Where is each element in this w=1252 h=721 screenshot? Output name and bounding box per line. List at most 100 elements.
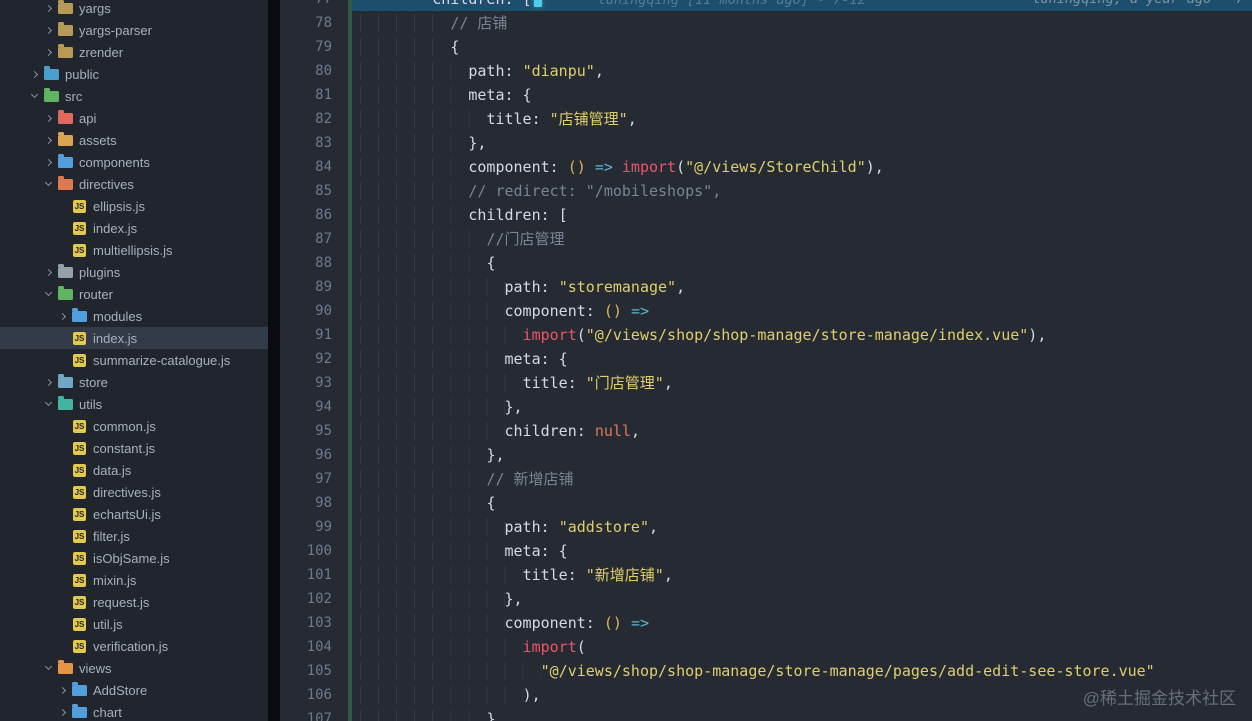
code-line-91[interactable]: 91 import("@/views/shop/shop-manage/stor… [280,323,1252,347]
tree-item-isObjSame.js[interactable]: JS isObjSame.js [0,547,268,569]
code-line-103[interactable]: 103 component: () => [280,611,1252,635]
line-number[interactable]: 106 [280,683,348,707]
code-line-93[interactable]: 93 title: "门店管理", [280,371,1252,395]
tree-item-yargs[interactable]: yargs [0,0,268,19]
tree-item-common.js[interactable]: JS common.js [0,415,268,437]
code-line-83[interactable]: 83 }, [280,131,1252,155]
code-line-89[interactable]: 89 path: "storemanage", [280,275,1252,299]
line-number[interactable]: 86 [280,203,348,227]
line-number[interactable]: 87 [280,227,348,251]
code-line-82[interactable]: 82 title: "店铺管理", [280,107,1252,131]
line-number[interactable]: 93 [280,371,348,395]
line-number[interactable]: 92 [280,347,348,371]
line-number[interactable]: 96 [280,443,348,467]
code-line-100[interactable]: 100 meta: { [280,539,1252,563]
line-number[interactable]: 100 [280,539,348,563]
tree-item-label: store [79,374,108,390]
tree-item-src[interactable]: src [0,85,268,107]
tree-item-echartsUi.js[interactable]: JS echartsUi.js [0,503,268,525]
code-line-101[interactable]: 101 title: "新增店铺", [280,563,1252,587]
line-number[interactable]: 89 [280,275,348,299]
line-number[interactable]: 94 [280,395,348,419]
code-line-84[interactable]: 84 component: () => import("@/views/Stor… [280,155,1252,179]
code-line-92[interactable]: 92 meta: { [280,347,1252,371]
code-line-79[interactable]: 79 { [280,35,1252,59]
js-file-icon: JS [73,463,86,477]
tree-item-util.js[interactable]: JS util.js [0,613,268,635]
line-number[interactable]: 77 [280,0,348,11]
code-line-107[interactable]: 107 } [280,707,1252,721]
tree-item-modules[interactable]: modules [0,305,268,327]
tree-item-views[interactable]: views [0,657,268,679]
tree-item-directives.js[interactable]: JS directives.js [0,481,268,503]
tree-item-store[interactable]: store [0,371,268,393]
tree-item-zrender[interactable]: zrender [0,41,268,63]
tree-item-plugins[interactable]: plugins [0,261,268,283]
code-line-105[interactable]: 105 "@/views/shop/shop-manage/store-mana… [280,659,1252,683]
tree-item-constant.js[interactable]: JS constant.js [0,437,268,459]
code-line-99[interactable]: 99 path: "addstore", [280,515,1252,539]
code-line-81[interactable]: 81 meta: { [280,83,1252,107]
tree-item-index.js[interactable]: JS index.js [0,327,268,349]
line-number[interactable]: 88 [280,251,348,275]
tree-item-index.js[interactable]: JS index.js [0,217,268,239]
line-number[interactable]: 104 [280,635,348,659]
code-line-86[interactable]: 86 children: [ [280,203,1252,227]
line-number[interactable]: 79 [280,35,348,59]
folder-icon [58,131,73,146]
tree-item-ellipsis.js[interactable]: JS ellipsis.js [0,195,268,217]
tree-item-summarize-catalogue.js[interactable]: JS summarize-catalogue.js [0,349,268,371]
tree-item-chart[interactable]: chart [0,701,268,721]
line-number[interactable]: 105 [280,659,348,683]
code-line-77[interactable]: 77 children: [luningqing [11 months ago]… [280,0,1252,11]
code-line-102[interactable]: 102 }, [280,587,1252,611]
code-line-87[interactable]: 87 //门店管理 [280,227,1252,251]
tree-item-router[interactable]: router [0,283,268,305]
tree-item-directives[interactable]: directives [0,173,268,195]
code-line-78[interactable]: 78 // 店铺 [280,11,1252,35]
tree-item-mixin.js[interactable]: JS mixin.js [0,569,268,591]
line-number[interactable]: 98 [280,491,348,515]
tree-item-api[interactable]: api [0,107,268,129]
tree-item-public[interactable]: public [0,63,268,85]
line-number[interactable]: 78 [280,11,348,35]
code-line-88[interactable]: 88 { [280,251,1252,275]
code-line-85[interactable]: 85 // redirect: "/mobileshops", [280,179,1252,203]
code-line-95[interactable]: 95 children: null, [280,419,1252,443]
code-line-96[interactable]: 96 }, [280,443,1252,467]
sidebar-editor-divider[interactable] [268,0,280,721]
tree-item-yargs-parser[interactable]: yargs-parser [0,19,268,41]
line-number[interactable]: 102 [280,587,348,611]
line-number[interactable]: 84 [280,155,348,179]
code-line-90[interactable]: 90 component: () => [280,299,1252,323]
code-line-80[interactable]: 80 path: "dianpu", [280,59,1252,83]
code-line-94[interactable]: 94 }, [280,395,1252,419]
code-line-104[interactable]: 104 import( [280,635,1252,659]
tree-item-verification.js[interactable]: JS verification.js [0,635,268,657]
tree-item-label: src [65,88,83,104]
line-number[interactable]: 82 [280,107,348,131]
line-number[interactable]: 80 [280,59,348,83]
line-number[interactable]: 99 [280,515,348,539]
editor-pane[interactable]: 77 children: [luningqing [11 months ago]… [280,0,1252,721]
line-number[interactable]: 81 [280,83,348,107]
tree-item-assets[interactable]: assets [0,129,268,151]
line-number[interactable]: 97 [280,467,348,491]
line-number[interactable]: 103 [280,611,348,635]
code-line-98[interactable]: 98 { [280,491,1252,515]
tree-item-utils[interactable]: utils [0,393,268,415]
tree-item-multiellipsis.js[interactable]: JS multiellipsis.js [0,239,268,261]
line-number[interactable]: 90 [280,299,348,323]
line-number[interactable]: 83 [280,131,348,155]
line-number[interactable]: 85 [280,179,348,203]
line-number[interactable]: 91 [280,323,348,347]
line-number[interactable]: 107 [280,707,348,721]
tree-item-request.js[interactable]: JS request.js [0,591,268,613]
tree-item-data.js[interactable]: JS data.js [0,459,268,481]
tree-item-filter.js[interactable]: JS filter.js [0,525,268,547]
tree-item-AddStore[interactable]: AddStore [0,679,268,701]
line-number[interactable]: 101 [280,563,348,587]
tree-item-components[interactable]: components [0,151,268,173]
code-line-97[interactable]: 97 // 新增店铺 [280,467,1252,491]
line-number[interactable]: 95 [280,419,348,443]
